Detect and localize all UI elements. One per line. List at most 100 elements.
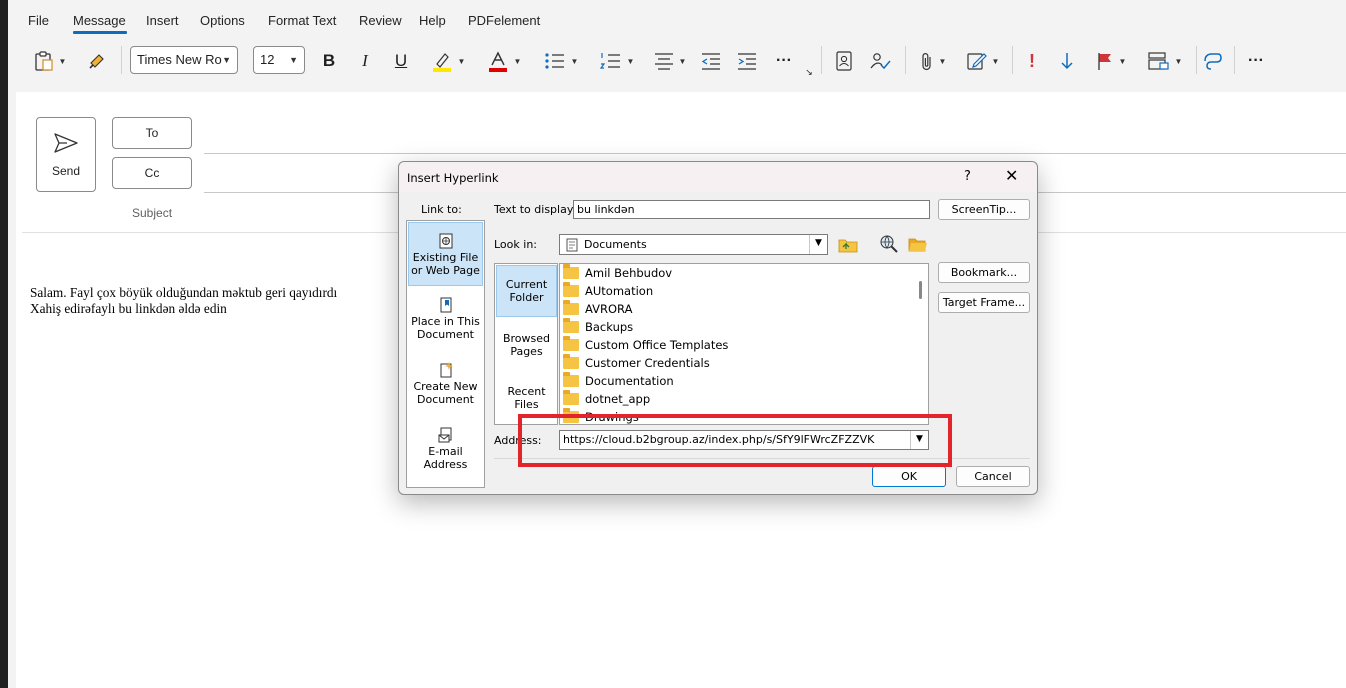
arrow-down-icon (1061, 53, 1073, 70)
ellipsis-icon: ··· (1248, 52, 1264, 69)
link-to-create-new-document[interactable]: Create New Document (408, 362, 483, 418)
dialog-launcher-icon: ↘ (805, 66, 813, 77)
nav-label-line: Pages (510, 345, 543, 358)
list-item[interactable]: dotnet_app (563, 390, 650, 408)
menu-options[interactable]: Options (200, 13, 245, 28)
list-item[interactable]: AVRORA (563, 300, 632, 318)
dialog-title: Insert Hyperlink (407, 171, 499, 185)
link-to-email-address[interactable]: E-mail Address (408, 427, 483, 483)
file-name: Customer Credentials (585, 356, 710, 370)
list-item[interactable]: Customer Credentials (563, 354, 710, 372)
nav-label-line: Folder (509, 291, 544, 304)
nav-current-folder[interactable]: Current Folder (496, 265, 557, 317)
chevron-down-icon: ▼ (678, 56, 687, 66)
menu-help[interactable]: Help (419, 13, 446, 28)
to-field-underline (204, 153, 1346, 154)
folder-icon (563, 318, 579, 333)
underline-button[interactable]: U (390, 48, 412, 74)
scroll-thumb[interactable] (919, 281, 922, 299)
font-size-select[interactable]: 12 ▼ (253, 46, 305, 74)
attach-file-button[interactable]: ▼ (914, 48, 952, 74)
increase-indent-button[interactable] (736, 48, 758, 74)
active-tab-indicator (73, 31, 127, 34)
browse-web-button[interactable] (878, 234, 900, 254)
help-button[interactable]: ? (964, 169, 971, 184)
bullets-button[interactable]: ▼ (538, 48, 584, 74)
list-item[interactable]: AUtomation (563, 282, 653, 300)
font-color-button[interactable]: ▼ (482, 48, 526, 74)
list-item[interactable]: Custom Office Templates (563, 336, 728, 354)
follow-up-button[interactable]: ▼ (1090, 48, 1132, 74)
menu-message[interactable]: Message (73, 13, 126, 28)
list-item[interactable]: Amil Behbudov (563, 264, 672, 282)
check-names-button[interactable] (868, 48, 892, 74)
align-button[interactable]: ▼ (651, 48, 689, 74)
look-in-value: Documents (584, 238, 647, 251)
exclamation-icon: ! (1029, 50, 1035, 71)
to-button[interactable]: To (112, 117, 192, 149)
file-list[interactable]: Amil Behbudov AUtomation AVRORA Backups … (559, 263, 929, 425)
chevron-down-icon: ▼ (938, 56, 947, 66)
more-options-button[interactable]: ··· (1244, 48, 1268, 74)
low-importance-button[interactable] (1056, 48, 1078, 74)
highlight-button[interactable]: ▼ (426, 48, 470, 74)
menu-format-text[interactable]: Format Text (268, 13, 336, 28)
chevron-down-icon: ▼ (626, 56, 635, 66)
screentip-button[interactable]: ScreenTip... (938, 199, 1030, 220)
folder-open-icon (908, 238, 927, 252)
email-icon (438, 427, 451, 443)
link-to-label-line: Existing File (412, 251, 479, 264)
underline-icon: U (394, 51, 408, 70)
look-in-select[interactable]: Documents ▼ (559, 234, 828, 255)
browse-file-button[interactable] (907, 234, 929, 254)
menu-file[interactable]: File (28, 13, 49, 28)
chevron-down-icon: ▼ (457, 56, 466, 66)
sensitivity-icon (1147, 52, 1169, 70)
loop-icon (1204, 53, 1222, 70)
cc-button[interactable]: Cc (112, 157, 192, 189)
link-to-label-line: Document (417, 328, 474, 341)
font-name-select[interactable]: Times New Ro ▼ (130, 46, 238, 74)
more-formatting-button[interactable]: ··· (772, 48, 796, 74)
link-to-existing-file[interactable]: Existing File or Web Page (408, 222, 483, 286)
numbering-button[interactable]: ▼ (594, 48, 640, 74)
paperclip-icon (921, 53, 931, 71)
separator (1196, 46, 1197, 74)
cancel-button[interactable]: Cancel (956, 466, 1030, 487)
loop-button[interactable] (1201, 48, 1225, 74)
bookmark-button[interactable]: Bookmark... (938, 262, 1030, 283)
dialog-title-bar: Insert Hyperlink ? ✕ (399, 162, 1037, 192)
menu-insert[interactable]: Insert (146, 13, 179, 28)
link-to-place-in-document[interactable]: Place in This Document (408, 297, 483, 353)
body-line: Xahiş edirəfaylı bu linkdən əldə edin (30, 301, 227, 316)
message-body[interactable]: Salam. Fayl çox böyük olduğundan məktub … (30, 285, 337, 317)
link-to-label-line: Create New (413, 380, 478, 393)
ok-button[interactable]: OK (872, 466, 946, 487)
nav-browsed-pages[interactable]: Browsed Pages (496, 324, 557, 370)
separator (821, 46, 822, 74)
close-button[interactable]: ✕ (1005, 166, 1018, 185)
list-item[interactable]: Backups (563, 318, 633, 336)
high-importance-button[interactable]: ! (1022, 48, 1042, 74)
font-size-value: 12 (260, 52, 275, 67)
signature-button[interactable]: ▼ (963, 48, 1003, 74)
format-painter-button[interactable] (86, 48, 108, 74)
bold-button[interactable]: B (318, 48, 340, 74)
sensitivity-button[interactable]: ▼ (1144, 48, 1186, 74)
menu-bar: File Message Insert Options Format Text … (8, 0, 1346, 40)
separator (121, 46, 122, 74)
paste-button[interactable]: ▼ (30, 48, 70, 74)
send-button[interactable]: Send (36, 117, 96, 192)
menu-review[interactable]: Review (359, 13, 402, 28)
file-list-scrollbar[interactable] (913, 264, 928, 424)
dialog-launcher-button[interactable]: ↘ (804, 66, 814, 78)
text-to-display-input[interactable]: bu linkdən (573, 200, 930, 219)
italic-button[interactable]: I (354, 48, 376, 74)
link-to-label-line: E-mail (428, 445, 463, 458)
up-one-folder-button[interactable] (837, 234, 859, 254)
address-book-button[interactable] (833, 48, 855, 74)
decrease-indent-button[interactable] (700, 48, 722, 74)
list-item[interactable]: Documentation (563, 372, 674, 390)
target-frame-button[interactable]: Target Frame... (938, 292, 1030, 313)
menu-pdfelement[interactable]: PDFelement (468, 13, 540, 28)
